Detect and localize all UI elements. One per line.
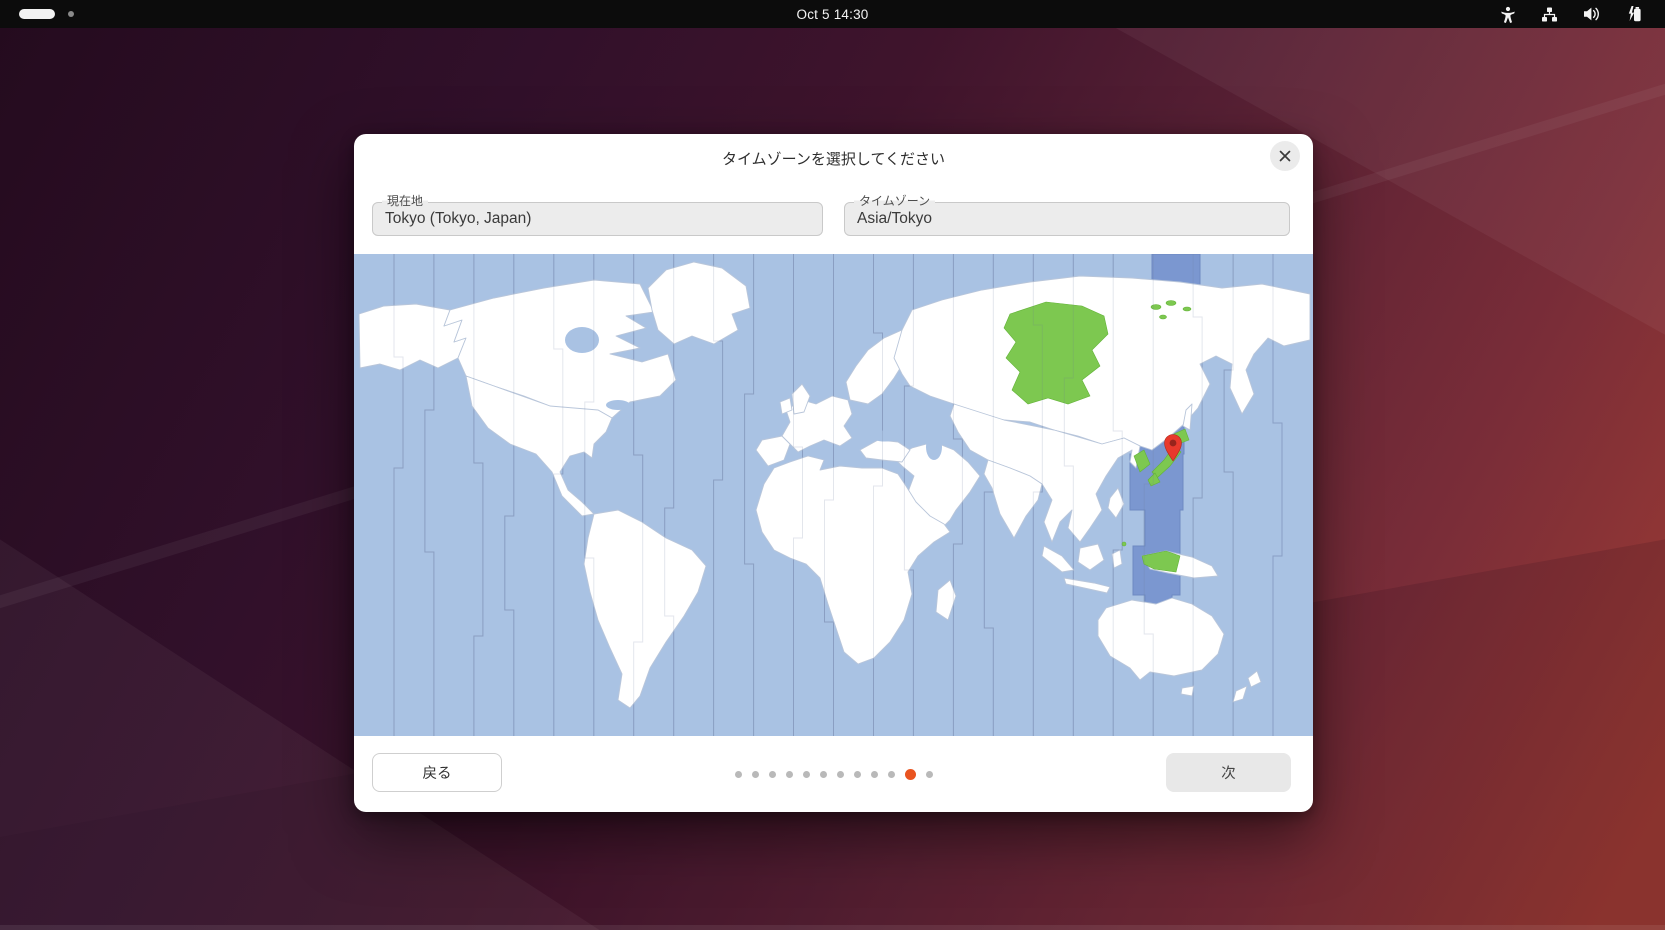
- location-field-value: Tokyo (Tokyo, Japan): [385, 210, 531, 228]
- page-dot: [926, 771, 933, 778]
- wallpaper-facet: [0, 925, 1665, 930]
- battery-charging-icon: [1626, 5, 1643, 23]
- page-dot: [803, 771, 810, 778]
- fields-row: 現在地 Tokyo (Tokyo, Japan) タイムゾーン Asia/Tok…: [372, 202, 1290, 236]
- back-button[interactable]: 戻る: [372, 753, 502, 792]
- accessibility-icon: [1500, 6, 1516, 23]
- page-dot: [786, 771, 793, 778]
- close-button[interactable]: [1270, 141, 1300, 171]
- timezone-dialog: タイムゾーンを選択してください 現在地 Tokyo (Tokyo, Japan)…: [354, 134, 1313, 812]
- top-bar: Oct 5 14:30: [0, 0, 1665, 28]
- page-dot: [888, 771, 895, 778]
- location-field-label: 現在地: [382, 194, 428, 208]
- page-dot: [769, 771, 776, 778]
- page-dot: [871, 771, 878, 778]
- timezone-map[interactable]: [354, 254, 1313, 736]
- page-dot: [752, 771, 759, 778]
- timezone-field-value: Asia/Tokyo: [857, 210, 932, 228]
- page-dot: [854, 771, 861, 778]
- network-wired-icon: [1541, 6, 1558, 23]
- page-dot: [837, 771, 844, 778]
- location-field[interactable]: 現在地 Tokyo (Tokyo, Japan): [372, 202, 823, 236]
- timezone-field[interactable]: タイムゾーン Asia/Tokyo: [844, 202, 1290, 236]
- clock[interactable]: Oct 5 14:30: [0, 7, 1665, 22]
- page-dot: [820, 771, 827, 778]
- page-dot: [735, 771, 742, 778]
- volume-icon: [1583, 6, 1601, 22]
- timezone-field-label: タイムゾーン: [854, 194, 935, 208]
- dialog-title: タイムゾーンを選択してください: [354, 148, 1313, 169]
- close-icon: [1279, 150, 1291, 162]
- dialog-footer: 戻る 次: [354, 736, 1313, 812]
- page-dot-active: [905, 769, 916, 780]
- system-status-area[interactable]: [1500, 5, 1665, 23]
- next-button[interactable]: 次: [1166, 753, 1291, 792]
